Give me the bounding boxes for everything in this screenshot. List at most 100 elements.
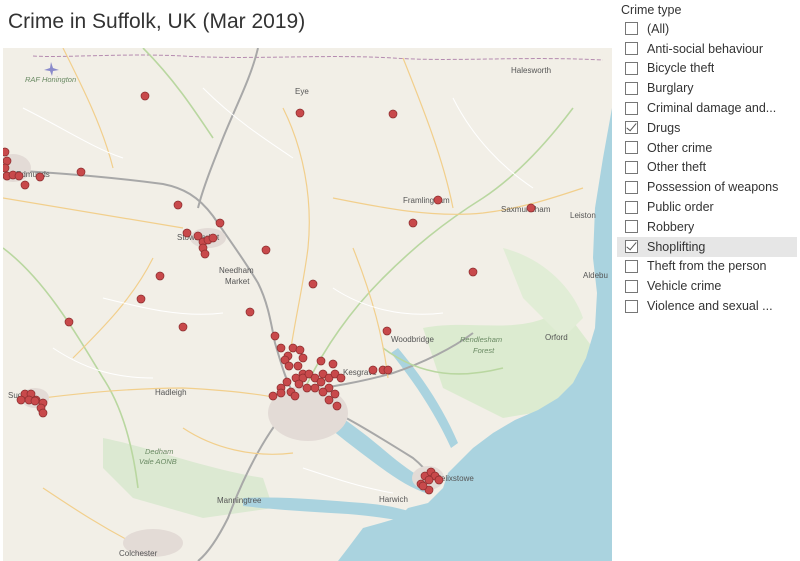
filter-label: Bicycle theft <box>647 61 715 76</box>
filter-label: Shoplifting <box>647 239 706 254</box>
crime-marker[interactable] <box>330 389 340 399</box>
crime-marker[interactable] <box>316 377 326 387</box>
crime-marker[interactable] <box>295 108 305 118</box>
filter-item-drugs[interactable]: Drugs <box>617 118 797 138</box>
filter-item-possession-of-weapons[interactable]: Possession of weapons <box>617 177 797 197</box>
filter-item-other-theft[interactable]: Other theft <box>617 158 797 178</box>
crime-marker[interactable] <box>310 383 320 393</box>
crime-marker[interactable] <box>140 91 150 101</box>
filter-checkbox-other-theft[interactable] <box>625 160 638 174</box>
crime-marker[interactable] <box>418 481 428 491</box>
crime-marker[interactable] <box>368 365 378 375</box>
map-canvas[interactable]: RAF Honington Halesworth Eye Edmunds Fra… <box>3 48 612 561</box>
filter-item-bicycle-theft[interactable]: Bicycle theft <box>617 59 797 79</box>
crime-marker[interactable] <box>14 171 24 181</box>
crime-marker[interactable] <box>282 377 292 387</box>
filter-checkbox-criminal-damage-and[interactable] <box>625 101 638 115</box>
crime-marker[interactable] <box>308 279 318 289</box>
crime-marker[interactable] <box>276 388 286 398</box>
crime-marker[interactable] <box>294 379 304 389</box>
crime-marker[interactable] <box>332 401 342 411</box>
crime-marker[interactable] <box>76 167 86 177</box>
crime-map[interactable]: RAF Honington Halesworth Eye Edmunds Fra… <box>3 48 612 561</box>
filter-item-violence-and-sexual[interactable]: Violence and sexual ... <box>617 296 797 316</box>
filter-item-burglary[interactable]: Burglary <box>617 78 797 98</box>
crime-marker[interactable] <box>383 365 393 375</box>
crime-marker[interactable] <box>215 218 225 228</box>
crime-marker[interactable] <box>155 271 165 281</box>
crime-marker[interactable] <box>136 294 146 304</box>
filter-item-anti-social-behaviour[interactable]: Anti-social behaviour <box>617 39 797 59</box>
filter-checkbox-vehicle-crime[interactable] <box>625 279 638 293</box>
crime-marker[interactable] <box>276 343 286 353</box>
crime-marker[interactable] <box>3 147 10 157</box>
filter-label: Violence and sexual ... <box>647 299 773 314</box>
crime-marker[interactable] <box>433 195 443 205</box>
crime-marker[interactable] <box>336 373 346 383</box>
filter-item-shoplifting[interactable]: Shoplifting <box>617 236 797 257</box>
crime-marker[interactable] <box>270 331 280 341</box>
crime-marker[interactable] <box>35 172 45 182</box>
crime-marker[interactable] <box>268 391 278 401</box>
filter-checkbox-violence-and-sexual[interactable] <box>625 299 638 313</box>
crime-marker[interactable] <box>245 307 255 317</box>
filter-label: Other theft <box>647 160 707 175</box>
crime-marker[interactable] <box>293 361 303 371</box>
crime-marker[interactable] <box>434 475 444 485</box>
crime-marker[interactable] <box>382 326 392 336</box>
crime-marker[interactable] <box>318 387 328 397</box>
place-rendlesham: Rendlesham <box>460 335 502 344</box>
filter-checkbox-burglary[interactable] <box>625 81 638 95</box>
filter-item-other-crime[interactable]: Other crime <box>617 138 797 158</box>
filter-checkbox-public-order[interactable] <box>625 200 638 214</box>
crime-marker[interactable] <box>284 361 294 371</box>
crime-marker[interactable] <box>468 267 478 277</box>
crime-marker[interactable] <box>178 322 188 332</box>
filter-item-theft-from-the-person[interactable]: Theft from the person <box>617 257 797 277</box>
filter-checkbox-theft-from-the-person[interactable] <box>625 259 638 273</box>
place-halesworth: Halesworth <box>511 66 551 75</box>
filter-item-all[interactable]: (All) <box>617 19 797 39</box>
filter-item-robbery[interactable]: Robbery <box>617 217 797 237</box>
crime-marker[interactable] <box>208 233 218 243</box>
crime-marker[interactable] <box>298 353 308 363</box>
filter-label: Criminal damage and... <box>647 101 777 116</box>
crime-marker[interactable] <box>182 228 192 238</box>
crime-marker[interactable] <box>38 408 48 418</box>
crime-marker[interactable] <box>316 356 326 366</box>
filter-checkbox-other-crime[interactable] <box>625 141 638 155</box>
crime-marker[interactable] <box>3 163 10 173</box>
filter-checkbox-drugs[interactable] <box>625 121 638 135</box>
filter-item-vehicle-crime[interactable]: Vehicle crime <box>617 276 797 296</box>
filter-checkbox-bicycle-theft[interactable] <box>625 61 638 75</box>
place-needham: Needham <box>219 266 254 275</box>
filter-checkbox-possession-of-weapons[interactable] <box>625 180 638 194</box>
place-framlingham: Framlingham <box>403 196 450 205</box>
crime-marker[interactable] <box>173 200 183 210</box>
crime-marker[interactable] <box>295 345 305 355</box>
filter-checkbox-all[interactable] <box>625 22 638 36</box>
filter-checkbox-shoplifting[interactable] <box>625 240 638 254</box>
filter-checkbox-anti-social-behaviour[interactable] <box>625 42 638 56</box>
place-aldeburgh: Aldebu <box>583 271 608 280</box>
filter-item-public-order[interactable]: Public order <box>617 197 797 217</box>
crime-marker[interactable] <box>328 359 338 369</box>
crime-marker[interactable] <box>200 249 210 259</box>
crime-marker[interactable] <box>16 395 26 405</box>
filter-label: Drugs <box>647 120 681 135</box>
crime-marker[interactable] <box>64 317 74 327</box>
crime-marker[interactable] <box>261 245 271 255</box>
filter-item-criminal-damage-and[interactable]: Criminal damage and... <box>617 98 797 118</box>
crime-marker[interactable] <box>388 109 398 119</box>
crime-marker[interactable] <box>408 218 418 228</box>
filter-checkbox-robbery[interactable] <box>625 220 638 234</box>
crime-marker[interactable] <box>302 383 312 393</box>
crime-marker[interactable] <box>324 395 334 405</box>
crime-marker[interactable] <box>290 391 300 401</box>
place-saxmundham: Saxmundham <box>501 205 551 214</box>
crime-marker[interactable] <box>526 203 536 213</box>
crime-marker[interactable] <box>30 396 40 406</box>
filter-title: Crime type <box>621 3 682 17</box>
crime-marker[interactable] <box>20 180 30 190</box>
crime-marker[interactable] <box>424 475 434 485</box>
